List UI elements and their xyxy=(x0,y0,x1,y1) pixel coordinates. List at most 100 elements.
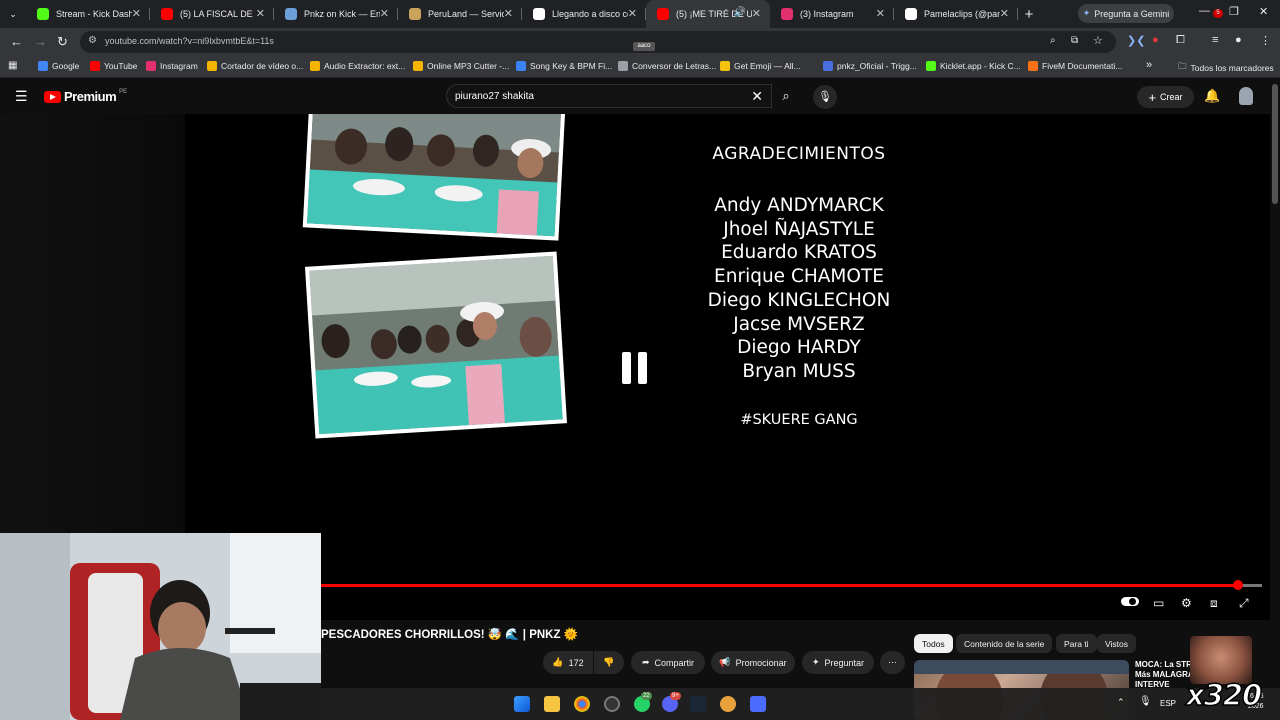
more-actions-button[interactable]: ⋯ xyxy=(880,651,905,674)
bookmark-item[interactable]: Online MP3 Cutter -... xyxy=(413,61,509,71)
bookmark-item[interactable]: Conversor de Letras... xyxy=(618,61,716,71)
app-blue-icon[interactable] xyxy=(750,696,766,712)
like-button[interactable]: 👍 172 xyxy=(543,651,593,674)
avatar[interactable] xyxy=(1239,87,1253,105)
clear-search-icon[interactable]: ✕ xyxy=(751,88,763,105)
tab-close-icon[interactable]: ✕ xyxy=(380,7,389,20)
dislike-button[interactable]: 👎 xyxy=(594,651,624,674)
all-bookmarks-folder[interactable]: 🗀 Todos los marcadores xyxy=(1178,61,1274,75)
bookmark-star-icon[interactable]: ☆ xyxy=(1093,34,1103,47)
settings-gear-icon[interactable]: ⚙ xyxy=(1181,596,1192,610)
tab-audio-icon[interactable]: 🔊 xyxy=(734,7,746,18)
microphone-tray-icon[interactable]: 🎙 xyxy=(1139,696,1152,707)
gemini-button[interactable]: ✦ Pregunta a Gemini xyxy=(1078,4,1174,23)
address-bar[interactable]: ⚙ youtube.com/watch?v=ni9lxbvmtbE&t=11s … xyxy=(80,31,1116,53)
bookmark-item[interactable]: Kicklet.app - Kick C... xyxy=(926,61,1021,71)
more-bookmarks-icon[interactable]: » xyxy=(1146,59,1152,71)
filter-chip[interactable]: Todos xyxy=(914,634,953,653)
promote-button[interactable]: 📢 Promocionar xyxy=(711,651,795,674)
back-icon[interactable]: ← xyxy=(10,34,23,49)
profile-icon[interactable]: ● xyxy=(1235,34,1242,46)
tab-close-icon[interactable]: ✕ xyxy=(256,7,265,20)
apps-grid-icon[interactable]: ▦ xyxy=(8,60,17,71)
new-tab-button[interactable]: + xyxy=(1018,6,1040,23)
windows-start-icon[interactable] xyxy=(514,696,530,712)
restore-icon[interactable]: ❐ xyxy=(1229,5,1239,18)
notifications-bell-icon[interactable]: 🔔 xyxy=(1204,88,1220,104)
filter-chip[interactable]: Contenido de la serie xyxy=(956,634,1053,653)
steam-icon[interactable] xyxy=(690,696,706,712)
chrome-icon[interactable] xyxy=(574,696,590,712)
bookmark-item[interactable]: Google xyxy=(38,61,79,71)
search-button[interactable]: ⌕ xyxy=(772,84,800,108)
browser-tab[interactable]: Pamelaclips (@pamel✕ xyxy=(894,0,1018,28)
browser-tab[interactable]: Llegando a disco con✕ xyxy=(522,0,646,28)
search-query[interactable]: piurano27 shakita xyxy=(455,91,534,102)
tiktok-icon xyxy=(905,8,917,20)
bookmark-favicon-icon xyxy=(146,61,156,71)
install-app-icon[interactable]: ⧉ xyxy=(1071,35,1078,46)
bookmark-item[interactable]: Instagram xyxy=(146,61,198,71)
share-icon: ➦ xyxy=(641,657,650,667)
share-button[interactable]: ➦ Compartir xyxy=(631,651,705,674)
forward-icon[interactable]: → xyxy=(34,34,47,49)
progress-scrubber[interactable] xyxy=(1233,580,1244,590)
bookmark-item[interactable]: Cortador de vídeo o... xyxy=(207,61,303,71)
voice-search-button[interactable]: 🎙 xyxy=(813,85,837,109)
bookmark-item[interactable]: pnkz_Oficial - Trigg... xyxy=(823,61,917,71)
site-info-icon[interactable]: ⚙ xyxy=(88,35,97,46)
pause-icon[interactable] xyxy=(622,352,648,384)
tab-close-icon[interactable]: ✕ xyxy=(876,7,885,20)
search-input[interactable]: piurano27 shakita ✕ xyxy=(446,84,772,108)
obs-icon[interactable] xyxy=(604,696,620,712)
tab-label: PeruLand — Servidor xyxy=(428,9,504,19)
tab-close-icon[interactable]: ✕ xyxy=(1000,7,1009,20)
tab-close-icon[interactable]: ✕ xyxy=(504,7,513,20)
browser-tab[interactable]: (5) LA FISCAL DE LA N✕ xyxy=(150,0,274,28)
browser-tab[interactable]: (5) ¡ME TIRÉ DE U 🔊 ✕ xyxy=(646,0,770,28)
fullscreen-icon[interactable]: ⤢ xyxy=(1239,596,1249,611)
tray-chevron-icon[interactable]: ⌃ xyxy=(1117,697,1125,708)
bookmark-item[interactable]: YouTube xyxy=(90,61,137,71)
extension-icon[interactable]: ❯❮ xyxy=(1127,34,1145,47)
file-explorer-icon[interactable] xyxy=(544,696,560,712)
language-indicator[interactable]: ESP xyxy=(1160,699,1176,708)
bookmarks-bar: ▦ Google YouTube Instagram Cortador de víde… xyxy=(0,56,1280,78)
app-icon[interactable] xyxy=(720,696,736,712)
browser-tab[interactable]: PeruLand — Servidor✕ xyxy=(398,0,522,28)
media-control-icon[interactable]: ≡ xyxy=(1212,34,1218,46)
tab-close-icon[interactable]: ✕ xyxy=(752,7,761,20)
youtube-play-icon xyxy=(44,90,61,103)
ask-button[interactable]: ✦ Preguntar xyxy=(802,651,874,674)
extensions-puzzle-icon[interactable]: ⧠ xyxy=(1176,34,1185,47)
create-button[interactable]: + Crear xyxy=(1137,86,1194,108)
bookmark-item[interactable]: Song Key & BPM Fi... xyxy=(516,61,612,71)
page-scrollbar[interactable] xyxy=(1272,84,1278,204)
filter-chip[interactable]: Para ti xyxy=(1056,634,1097,653)
close-window-icon[interactable]: ✕ xyxy=(1259,5,1268,18)
hamburger-menu-icon[interactable]: ☰ xyxy=(15,88,28,105)
theater-mode-icon[interactable]: ⧈ xyxy=(1210,596,1218,611)
autoplay-toggle-icon[interactable] xyxy=(1121,595,1139,609)
subtitles-icon[interactable]: ▭ xyxy=(1153,596,1164,610)
browser-tab[interactable]: Pnkz on Kick — Enga✕ xyxy=(274,0,398,28)
bookmark-item[interactable]: Get Emoji — All... xyxy=(720,61,801,71)
browser-tab[interactable]: Stream - Kick Dashbo✕ xyxy=(26,0,150,28)
reload-icon[interactable]: ↻ xyxy=(57,34,68,50)
tab-close-icon[interactable]: ✕ xyxy=(132,7,141,20)
bookmark-item[interactable]: Audio Extractor: ext... xyxy=(310,61,405,71)
tab-search-chevron-icon[interactable]: ⌄ xyxy=(0,9,26,20)
url-text[interactable]: youtube.com/watch?v=ni9lxbvmtbE&t=11s xyxy=(105,36,274,46)
progress-bar[interactable] xyxy=(321,580,1262,590)
browser-menu-icon[interactable]: ⋮ xyxy=(1260,34,1271,47)
minimize-icon[interactable]: — xyxy=(1199,5,1210,17)
zoom-icon[interactable]: ⌕ xyxy=(1050,35,1056,46)
tab-close-icon[interactable]: ✕ xyxy=(628,7,637,20)
browser-tab[interactable]: (3) Instagram ✕ xyxy=(770,0,894,28)
bookmark-item[interactable]: FiveM Documentati... xyxy=(1028,61,1122,71)
bookmark-favicon-icon xyxy=(310,61,320,71)
youtube-premium-logo[interactable]: Premium PE xyxy=(44,89,127,104)
extension-red-icon[interactable]: ● xyxy=(1152,34,1159,46)
filter-chip[interactable]: Vistos xyxy=(1097,634,1136,653)
bookmark-label: Instagram xyxy=(160,61,198,71)
